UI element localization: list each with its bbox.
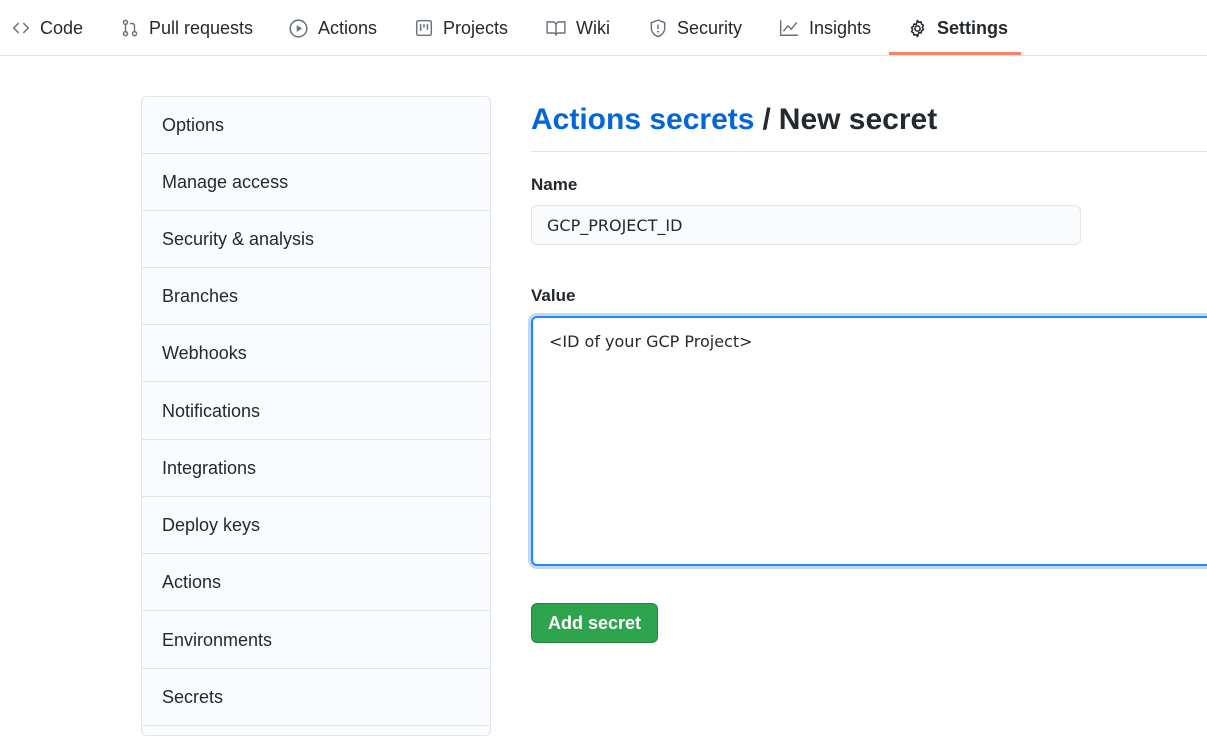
sidebar-item-label: Notifications — [162, 400, 261, 421]
tab-label: Pull requests — [149, 17, 254, 38]
project-board-icon — [415, 19, 433, 37]
tab-label: Wiki — [576, 17, 610, 38]
tab-label: Actions — [318, 17, 378, 38]
tab-actions[interactable]: Actions — [289, 0, 377, 56]
sidebar-item-manage-access[interactable]: Manage access — [142, 154, 490, 211]
tab-label: Projects — [443, 17, 509, 38]
sidebar-item-label: Manage access — [162, 171, 289, 192]
sidebar-item-integrations[interactable]: Integrations — [142, 440, 490, 497]
sidebar-item-security-analysis[interactable]: Security & analysis — [142, 211, 490, 268]
settings-sidebar: Options Manage access Security & analysi… — [141, 96, 491, 736]
sidebar-item-secrets[interactable]: Secrets — [142, 669, 490, 726]
sidebar-item-label: Integrations — [162, 457, 257, 478]
tab-projects[interactable]: Projects — [415, 0, 508, 56]
repo-nav: Code Pull requests Actions Projects Wiki… — [0, 0, 1207, 56]
breadcrumb-separator: / — [762, 103, 771, 136]
sidebar-item-label: Branches — [162, 285, 239, 306]
sidebar-item-label: Webhooks — [162, 342, 247, 363]
heading-divider — [531, 151, 1207, 152]
sidebar-item-label: Secrets — [162, 686, 224, 707]
gear-icon — [908, 19, 927, 38]
tab-code[interactable]: Code — [12, 0, 83, 56]
sidebar-item-label: Security & analysis — [162, 228, 315, 249]
sidebar-item-webhooks[interactable]: Webhooks — [142, 325, 490, 382]
page-title: New secret — [778, 103, 938, 136]
value-label: Value — [531, 286, 576, 305]
sidebar-item-label: Options — [162, 114, 225, 135]
tab-settings[interactable]: Settings — [908, 0, 1008, 56]
sidebar-item-label: Environments — [162, 629, 273, 650]
sidebar-item-deploy-keys[interactable]: Deploy keys — [142, 497, 490, 554]
tab-insights[interactable]: Insights — [779, 0, 871, 56]
sidebar-item-branches[interactable]: Branches — [142, 268, 490, 325]
sidebar-item-notifications[interactable]: Notifications — [142, 383, 490, 440]
sidebar-item-actions[interactable]: Actions — [142, 554, 490, 611]
sidebar-item-label: Deploy keys — [162, 514, 261, 535]
code-icon — [12, 19, 30, 37]
tab-label: Insights — [809, 17, 872, 38]
page-heading: Actions secrets / New secret — [531, 100, 937, 140]
tab-label: Security — [677, 17, 743, 38]
sidebar-item-options[interactable]: Options — [142, 97, 490, 154]
selected-tab-indicator — [889, 52, 1021, 55]
book-icon — [546, 19, 566, 37]
sidebar-item-label: Actions — [162, 571, 222, 592]
secret-name-input[interactable] — [531, 205, 1081, 245]
breadcrumb-actions-secrets-link[interactable]: Actions secrets — [531, 103, 754, 137]
tab-label: Settings — [937, 17, 1009, 38]
tab-wiki[interactable]: Wiki — [546, 0, 610, 56]
tab-label: Code — [40, 17, 84, 38]
shield-icon — [649, 18, 667, 38]
graph-icon — [779, 19, 799, 37]
sidebar-item-environments[interactable]: Environments — [142, 612, 490, 669]
add-secret-button[interactable]: Add secret — [531, 603, 658, 643]
secret-value-textarea[interactable]: <ID of your GCP Project> — [531, 316, 1207, 566]
play-circle-icon — [289, 18, 308, 38]
tab-security[interactable]: Security — [649, 0, 742, 56]
git-pull-request-icon — [121, 19, 139, 37]
tab-pull-requests[interactable]: Pull requests — [121, 0, 253, 56]
name-label: Name — [531, 175, 578, 194]
